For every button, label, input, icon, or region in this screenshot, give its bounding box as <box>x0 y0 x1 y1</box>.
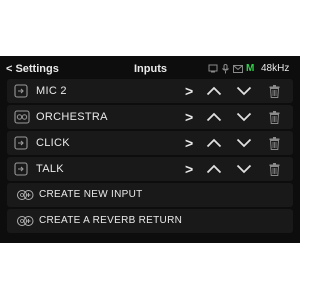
add-input-icon <box>17 190 34 200</box>
open-input-button[interactable]: > <box>185 82 193 100</box>
delete-input-button[interactable] <box>269 82 280 100</box>
input-row-orchestra[interactable]: ORCHESTRA > <box>7 105 293 129</box>
stereo-input-icon <box>14 110 30 124</box>
move-down-button[interactable] <box>236 160 252 178</box>
mail-icon <box>233 64 243 73</box>
sample-rate: 48kHz <box>261 63 290 74</box>
move-up-button[interactable] <box>206 160 222 178</box>
create-reverb-label: CREATE A REVERB RETURN <box>39 215 183 226</box>
trash-icon <box>269 136 280 150</box>
chevron-down-icon <box>236 86 252 96</box>
chevron-up-icon <box>206 86 222 96</box>
status-indicators: M <box>208 63 254 74</box>
move-down-button[interactable] <box>236 108 252 126</box>
move-down-button[interactable] <box>236 82 252 100</box>
chevron-up-icon <box>206 112 222 122</box>
open-input-button[interactable]: > <box>185 160 193 178</box>
move-up-button[interactable] <box>206 134 222 152</box>
chevron-down-icon <box>236 164 252 174</box>
m-status-indicator: M <box>246 63 255 74</box>
move-down-button[interactable] <box>236 134 252 152</box>
create-new-input-button[interactable]: CREATE NEW INPUT <box>7 183 293 207</box>
mic-status-icon <box>222 63 229 73</box>
open-input-button[interactable]: > <box>185 134 193 152</box>
input-jack-icon <box>14 84 28 98</box>
input-name: TALK <box>36 163 64 175</box>
create-reverb-return-button[interactable]: CREATE A REVERB RETURN <box>7 209 293 233</box>
trash-icon <box>269 162 280 176</box>
trash-icon <box>269 84 280 98</box>
chevron-up-icon <box>206 138 222 148</box>
chevron-down-icon <box>236 112 252 122</box>
move-up-button[interactable] <box>206 108 222 126</box>
create-input-label: CREATE NEW INPUT <box>39 189 143 200</box>
back-label: Settings <box>15 63 59 75</box>
input-list: MIC 2 > ORCHESTRA > CLICK > TALK > CREAT… <box>7 79 293 235</box>
trash-icon <box>269 110 280 124</box>
app-screen: < Settings Inputs M 48kHz MIC 2 > ORCHES… <box>0 56 300 243</box>
input-name: MIC 2 <box>36 85 67 97</box>
input-row-click[interactable]: CLICK > <box>7 131 293 155</box>
chevron-down-icon <box>236 138 252 148</box>
input-name: CLICK <box>36 137 70 149</box>
input-jack-icon <box>14 136 28 150</box>
settings-back-button[interactable]: < Settings <box>6 63 59 75</box>
delete-input-button[interactable] <box>269 108 280 126</box>
page-title: Inputs <box>134 63 167 75</box>
add-reverb-icon <box>17 216 34 226</box>
input-jack-icon <box>14 162 28 176</box>
delete-input-button[interactable] <box>269 160 280 178</box>
open-input-button[interactable]: > <box>185 108 193 126</box>
chevron-left-icon: < <box>6 63 13 75</box>
input-row-mic-2[interactable]: MIC 2 > <box>7 79 293 103</box>
move-up-button[interactable] <box>206 82 222 100</box>
network-icon <box>208 64 218 73</box>
input-name: ORCHESTRA <box>36 111 108 123</box>
input-row-talk[interactable]: TALK > <box>7 157 293 181</box>
delete-input-button[interactable] <box>269 134 280 152</box>
chevron-up-icon <box>206 164 222 174</box>
